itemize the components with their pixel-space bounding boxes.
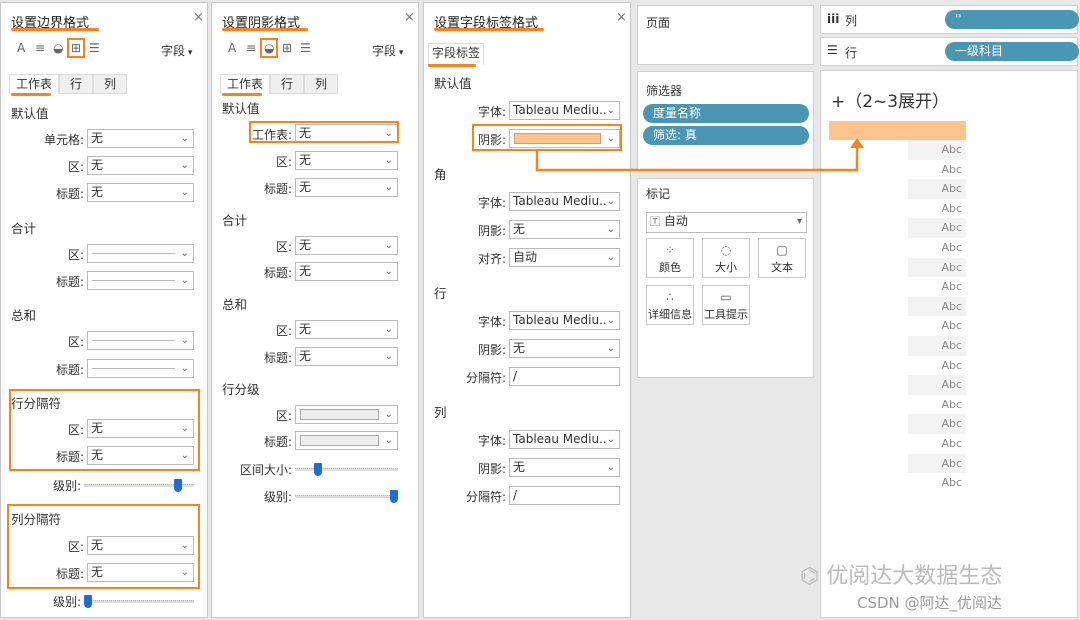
- watermark-logo: ⌬ 优阅达大数据生态: [800, 564, 1003, 589]
- watermark-credit: CSDN @阿达_优阅达: [857, 594, 1003, 612]
- annotation-arrow: [535, 138, 864, 172]
- watermark-brand: 优阅达大数据生态: [826, 564, 1003, 589]
